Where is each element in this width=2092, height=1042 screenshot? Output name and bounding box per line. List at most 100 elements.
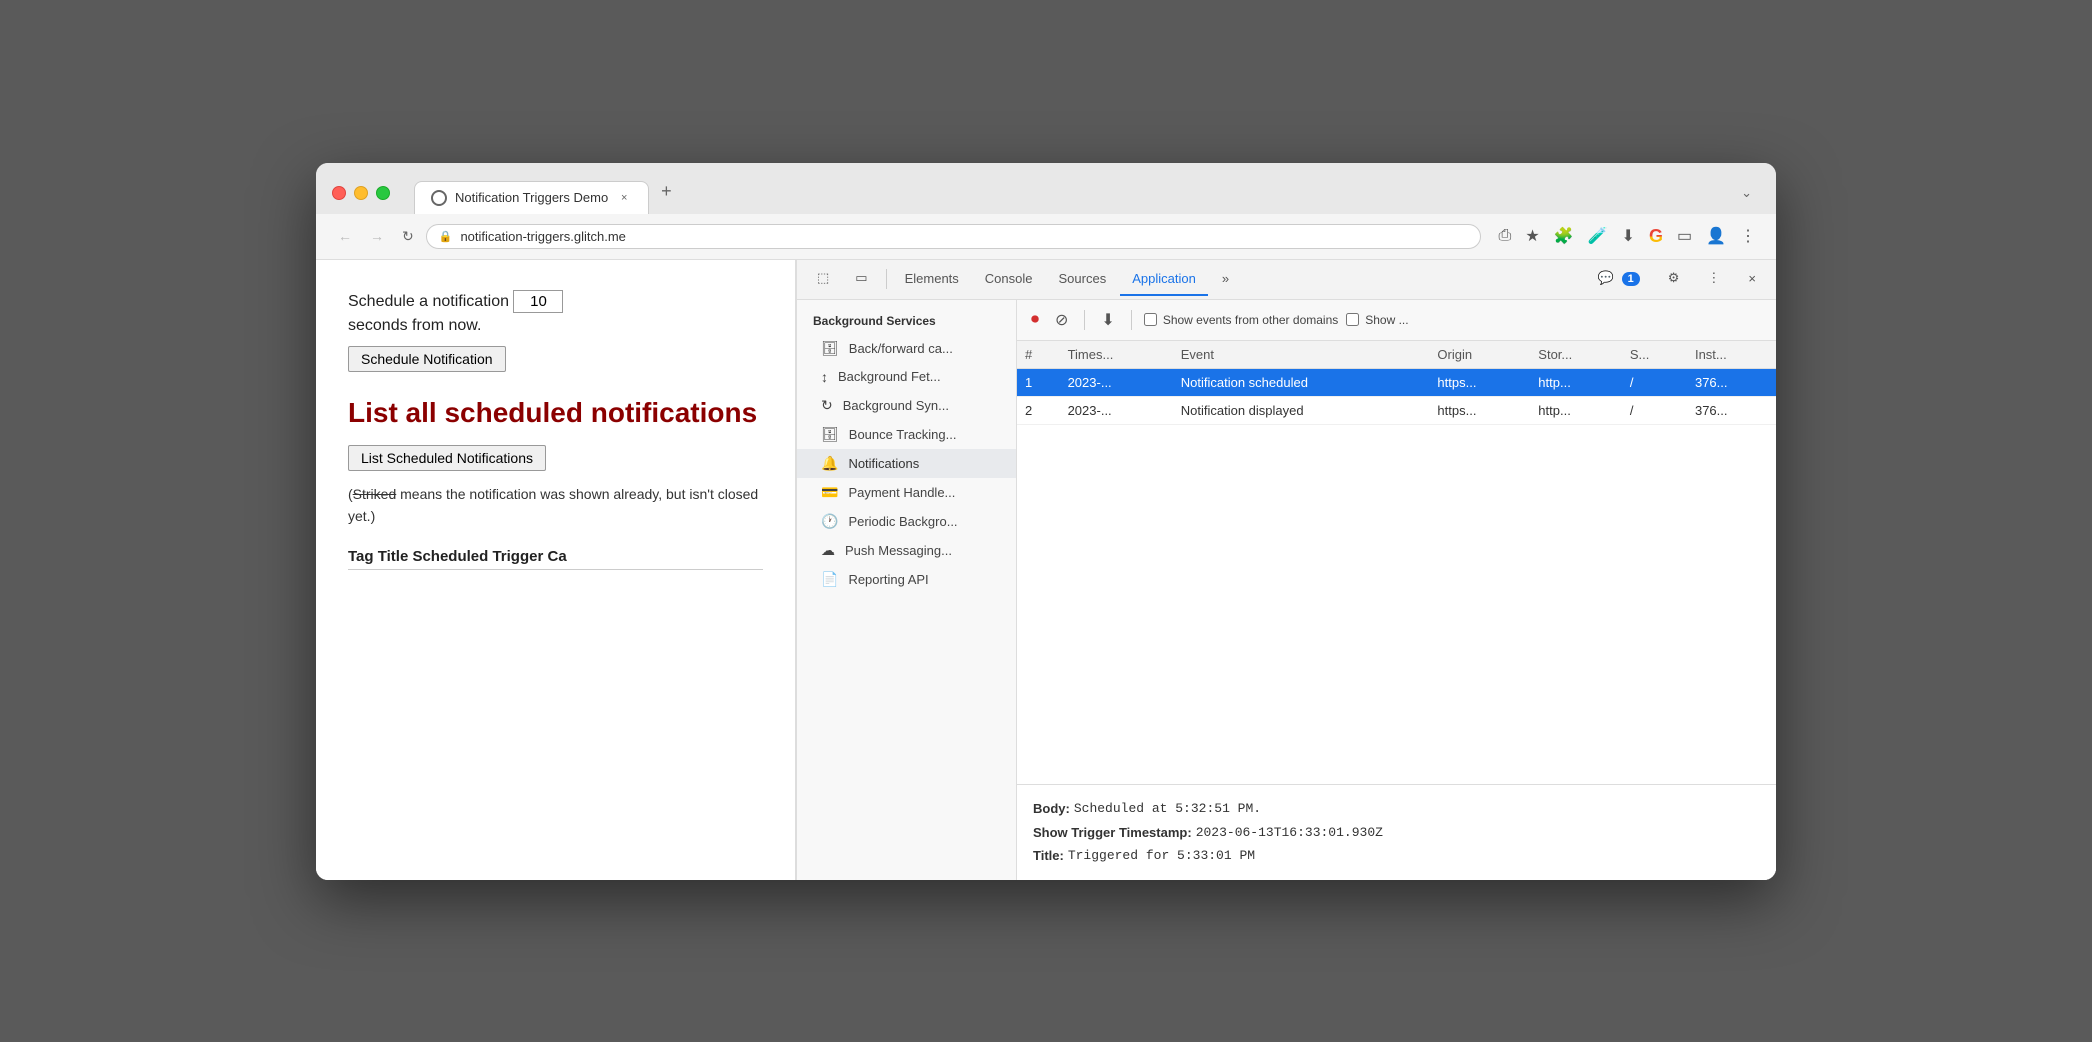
- sidebar-item-label: Push Messaging...: [845, 543, 952, 558]
- other-domains-label: Show events from other domains: [1163, 313, 1338, 327]
- webpage: Schedule a notification seconds from now…: [316, 260, 796, 880]
- sidebar-item-notifications[interactable]: 🔔 Notifications: [797, 449, 1016, 478]
- browser-toolbar: ← → ↻ 🔒 notification-triggers.glitch.me …: [316, 214, 1776, 260]
- reload-button[interactable]: ↻: [396, 224, 420, 249]
- show-more-checkbox[interactable]: [1346, 313, 1359, 326]
- tab-elements[interactable]: Elements: [893, 263, 971, 296]
- schedule-label-part2: seconds from now.: [348, 317, 481, 334]
- share-button[interactable]: ⎙: [1495, 223, 1516, 249]
- sidebar-item-label: Bounce Tracking...: [849, 427, 957, 442]
- trigger-value: 2023-06-13T16:33:01.930Z: [1196, 821, 1383, 844]
- list-notifications-heading: List all scheduled notifications: [348, 396, 763, 430]
- col-origin: Origin: [1429, 341, 1530, 369]
- new-tab-button[interactable]: +: [653, 173, 680, 210]
- other-domains-checkbox[interactable]: [1144, 313, 1157, 326]
- tabs-bar: Notification Triggers Demo × +: [414, 173, 1725, 214]
- download-button[interactable]: ⬇: [1618, 222, 1639, 250]
- devtools-icon-responsive[interactable]: ▭: [843, 262, 879, 296]
- lab-button[interactable]: 🧪: [1584, 222, 1612, 250]
- toolbar-sep: [1084, 310, 1085, 330]
- sidebar-item-bounce-tracking[interactable]: 🗄 Bounce Tracking...: [797, 420, 1016, 449]
- cell-storage: http...: [1530, 368, 1622, 396]
- events-table[interactable]: # Times... Event Origin Stor... S... Ins…: [1017, 341, 1776, 785]
- google-account-button[interactable]: G: [1645, 222, 1667, 251]
- devtools-sidebar: Background Services 🗄 Back/forward ca...…: [797, 300, 1017, 880]
- tab-sources[interactable]: Sources: [1047, 263, 1119, 296]
- sidebar-item-payment[interactable]: 💳 Payment Handle...: [797, 478, 1016, 507]
- devtools-icon-select[interactable]: ⬚: [805, 262, 841, 296]
- bookmark-button[interactable]: ★: [1521, 222, 1543, 250]
- address-bar[interactable]: 🔒 notification-triggers.glitch.me: [426, 224, 1481, 249]
- payment-icon: 💳: [821, 484, 838, 501]
- main-content: Schedule a notification seconds from now…: [316, 260, 1776, 880]
- body-label: Body:: [1033, 797, 1070, 820]
- striked-note-suffix: means the notification was shown already…: [348, 486, 758, 524]
- col-storage: Stor...: [1530, 341, 1622, 369]
- cell-scope: /: [1622, 368, 1687, 396]
- cell-origin: https...: [1429, 368, 1530, 396]
- devtools-panel: ⬚ ▭ Elements Console Sources Application…: [796, 260, 1776, 880]
- events-data-table: # Times... Event Origin Stor... S... Ins…: [1017, 341, 1776, 425]
- tab-close-button[interactable]: ×: [616, 190, 632, 206]
- maximize-button[interactable]: [376, 186, 390, 200]
- sidebar-item-reporting-api[interactable]: 📄 Reporting API: [797, 565, 1016, 594]
- detail-title-row: Title: Triggered for 5:33:01 PM: [1033, 844, 1760, 867]
- sidebar-item-push-messaging[interactable]: ☁ Push Messaging...: [797, 536, 1016, 565]
- close-button[interactable]: [332, 186, 346, 200]
- col-scope: S...: [1622, 341, 1687, 369]
- tab-application[interactable]: Application: [1120, 263, 1208, 296]
- profile-button[interactable]: 👤: [1702, 222, 1730, 250]
- cell-timestamp: 2023-...: [1060, 368, 1173, 396]
- body-value: Scheduled at 5:32:51 PM.: [1074, 797, 1261, 820]
- browser-window: Notification Triggers Demo × + ⌄ ← → ↻ 🔒…: [316, 163, 1776, 880]
- extensions-button[interactable]: 🧩: [1550, 222, 1578, 250]
- seconds-input[interactable]: [513, 290, 563, 313]
- sidebar-item-label: Background Syn...: [843, 398, 949, 413]
- tab-more[interactable]: »: [1210, 263, 1241, 296]
- tab-separator: [886, 269, 887, 289]
- back-button[interactable]: ←: [332, 224, 358, 248]
- cell-timestamp: 2023-...: [1060, 396, 1173, 424]
- menu-button[interactable]: ⋮: [1736, 222, 1760, 250]
- tab-console[interactable]: Console: [973, 263, 1045, 296]
- col-timestamp: Times...: [1060, 341, 1173, 369]
- table-row[interactable]: 2 2023-... Notification displayed https.…: [1017, 396, 1776, 424]
- sidebar-toggle-button[interactable]: ▭: [1673, 222, 1696, 250]
- sidebar-item-background-sync[interactable]: ↻ Background Syn...: [797, 391, 1016, 420]
- cell-num: 2: [1017, 396, 1060, 424]
- schedule-notification-button[interactable]: Schedule Notification: [348, 346, 506, 372]
- traffic-lights: [332, 186, 390, 200]
- active-tab[interactable]: Notification Triggers Demo ×: [414, 181, 649, 214]
- show-more-checkbox-label[interactable]: Show ...: [1346, 313, 1408, 327]
- lock-icon: 🔒: [439, 230, 453, 243]
- striked-note: (Striked means the notification was show…: [348, 483, 763, 528]
- forward-button[interactable]: →: [364, 224, 390, 248]
- sidebar-item-label: Payment Handle...: [848, 485, 955, 500]
- sidebar-item-periodic-background[interactable]: 🕐 Periodic Backgro...: [797, 507, 1016, 536]
- sidebar-item-backforward[interactable]: 🗄 Back/forward ca...: [797, 334, 1016, 363]
- schedule-label: Schedule a notification seconds from now…: [348, 290, 763, 338]
- table-row[interactable]: 1 2023-... Notification scheduled https.…: [1017, 368, 1776, 396]
- devtools-chat-button[interactable]: 💬 1: [1586, 262, 1652, 296]
- cell-event: Notification displayed: [1173, 396, 1430, 424]
- cell-event: Notification scheduled: [1173, 368, 1430, 396]
- tab-favicon: [431, 190, 447, 206]
- toolbar-icons: ⎙ ★ 🧩 🧪 ⬇ G ▭ 👤 ⋮: [1495, 222, 1760, 251]
- sync-icon: ↻: [821, 397, 833, 414]
- sidebar-item-background-fetch[interactable]: ↕ Background Fet...: [797, 363, 1016, 391]
- record-button[interactable]: ⏺: [1027, 307, 1043, 333]
- sidebar-item-label: Periodic Backgro...: [848, 514, 957, 529]
- devtools-close-button[interactable]: ×: [1736, 263, 1768, 296]
- devtools-settings-button[interactable]: ⚙: [1656, 262, 1692, 296]
- cell-num: 1: [1017, 368, 1060, 396]
- export-button[interactable]: ⬇: [1097, 306, 1118, 334]
- clear-button[interactable]: ⊘: [1051, 306, 1072, 334]
- other-domains-checkbox-label[interactable]: Show events from other domains: [1144, 313, 1338, 327]
- devtools-more-button[interactable]: ⋮: [1695, 262, 1732, 296]
- list-scheduled-notifications-button[interactable]: List Scheduled Notifications: [348, 445, 546, 471]
- minimize-button[interactable]: [354, 186, 368, 200]
- bounce-icon: 🗄: [821, 426, 839, 443]
- periodic-icon: 🕐: [821, 513, 838, 530]
- col-event: Event: [1173, 341, 1430, 369]
- notification-icon: 🔔: [821, 455, 838, 472]
